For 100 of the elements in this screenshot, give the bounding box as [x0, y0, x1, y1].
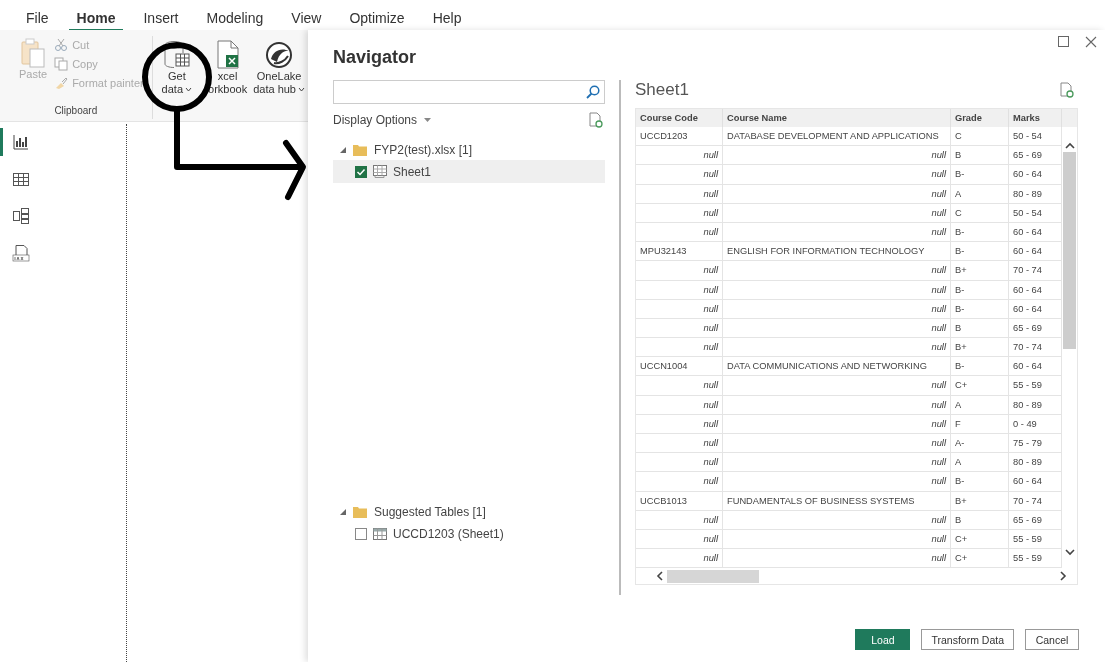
table-cell: null — [723, 318, 951, 339]
table-cell: null — [636, 472, 723, 492]
table-cell: C+ — [951, 549, 1009, 569]
table-cell: B- — [951, 357, 1009, 377]
table-cell: null — [636, 338, 723, 358]
table-cell: null — [723, 146, 951, 166]
table-cell: 60 - 64 — [1009, 242, 1062, 262]
table-cell: null — [723, 184, 951, 204]
table-icon — [373, 527, 387, 540]
table-cell: 70 - 74 — [1009, 491, 1062, 511]
scroll-up-icon[interactable] — [1064, 142, 1075, 149]
search-field[interactable] — [333, 80, 605, 104]
table-cell: ENGLISH FOR INFORMATION TECHNOLOGY — [723, 242, 951, 262]
caret-icon — [185, 87, 193, 92]
menu-tab[interactable]: Optimize — [341, 0, 413, 32]
tree-folder[interactable]: Suggested Tables [1] — [333, 502, 605, 522]
tree-item[interactable]: Sheet1 — [333, 160, 605, 183]
table-cell: FUNDAMENTALS OF BUSINESS SYSTEMS — [723, 491, 951, 511]
dialog-button[interactable]: Cancel — [1025, 629, 1079, 650]
model-icon — [11, 207, 30, 225]
display-options-dropdown[interactable]: Display Options — [333, 113, 432, 127]
menu-tab[interactable]: View — [283, 0, 330, 32]
scroll-down-icon[interactable] — [1064, 549, 1075, 557]
table-cell: 80 - 89 — [1009, 184, 1062, 204]
table-cell: null — [723, 203, 951, 223]
menu-tab[interactable]: Insert — [135, 0, 187, 32]
table-cell: B- — [951, 472, 1009, 492]
table-cell: A- — [951, 434, 1009, 454]
table-cell: 65 - 69 — [1009, 510, 1062, 530]
get-data-button[interactable]: Get data — [158, 38, 196, 98]
bar-chart-icon — [11, 133, 30, 151]
maximize-icon[interactable] — [1058, 36, 1069, 47]
table-cell: null — [636, 376, 723, 396]
checkbox[interactable] — [355, 527, 367, 540]
dialog-button[interactable]: Transform Data — [921, 629, 1014, 650]
table-cell: null — [636, 146, 723, 166]
table-cell: A — [951, 453, 1009, 473]
menu-tab[interactable]: File — [18, 0, 57, 32]
table-cell: null — [723, 472, 951, 492]
table-cell: null — [723, 414, 951, 434]
scroll-thumb[interactable] — [1063, 152, 1076, 349]
table-cell: 55 - 59 — [1009, 376, 1062, 396]
table-cell: B- — [951, 165, 1009, 185]
table-cell: null — [636, 203, 723, 223]
table-cell: null — [636, 414, 723, 434]
table-cell: UCCN1004 — [636, 357, 723, 377]
table-cell: A — [951, 184, 1009, 204]
menu-tab[interactable]: Modeling — [198, 0, 272, 32]
scroll-left-icon[interactable] — [656, 571, 663, 582]
table-cell: null — [636, 261, 723, 281]
tree-item[interactable]: UCCD1203 (Sheet1) — [333, 522, 605, 545]
paintbrush-icon — [54, 75, 69, 90]
dialog-button[interactable]: Load — [855, 629, 911, 650]
tree-folder[interactable]: FYP2(test).xlsx [1] — [333, 140, 605, 160]
table-cell: C — [951, 203, 1009, 223]
table-cell: null — [636, 434, 723, 454]
table-cell: 65 - 69 — [1009, 146, 1062, 166]
table-cell: null — [636, 280, 723, 300]
dax-file-icon — [11, 244, 30, 262]
table-cell: 60 - 64 — [1009, 299, 1062, 319]
sheet-icon — [373, 165, 387, 178]
table-cell: 60 - 64 — [1009, 280, 1062, 300]
close-icon[interactable] — [1085, 36, 1097, 48]
table-cell: B- — [951, 280, 1009, 300]
scroll-right-icon[interactable] — [1060, 571, 1067, 582]
scroll-thumb[interactable] — [667, 569, 759, 583]
dialog-title: Navigator — [333, 46, 418, 68]
menu-tab[interactable]: Help — [424, 0, 470, 32]
caret-icon — [424, 118, 432, 122]
table-cell: null — [636, 318, 723, 339]
table-cell: 55 - 59 — [1009, 549, 1062, 569]
refresh-icon[interactable] — [588, 112, 603, 128]
folder-icon — [353, 144, 367, 156]
column-header: Marks — [1009, 109, 1062, 127]
clipboard-icon — [20, 38, 47, 68]
table-cell: B+ — [951, 491, 1009, 511]
table-cell: null — [723, 261, 951, 281]
table-cell: UCCD1203 — [636, 127, 723, 147]
refresh-icon[interactable] — [1059, 82, 1074, 98]
checkbox[interactable] — [355, 165, 367, 178]
table-cell: 60 - 64 — [1009, 472, 1062, 492]
preview-title: Sheet1 — [635, 80, 689, 100]
table-cell: null — [723, 222, 951, 243]
table-cell: 50 - 54 — [1009, 203, 1062, 223]
table-cell: B — [951, 510, 1009, 530]
table-cell: 80 - 89 — [1009, 453, 1062, 473]
scissors-icon — [54, 37, 69, 52]
table-cell: null — [723, 165, 951, 185]
table-cell: 80 - 89 — [1009, 395, 1062, 415]
column-header: Course Code — [636, 109, 723, 127]
table-cell: null — [636, 510, 723, 530]
table-cell: 60 - 64 — [1009, 165, 1062, 185]
table-cell: null — [636, 299, 723, 319]
table-cell: DATA COMMUNICATIONS AND NETWORKING — [723, 357, 951, 377]
table-cell: null — [723, 299, 951, 319]
onelake-data-hub-button[interactable]: OneLake data hub — [250, 38, 308, 98]
table-cell: 60 - 64 — [1009, 357, 1062, 377]
table-cell: C+ — [951, 376, 1009, 396]
table-cell: null — [636, 529, 723, 550]
table-cell: C+ — [951, 529, 1009, 550]
